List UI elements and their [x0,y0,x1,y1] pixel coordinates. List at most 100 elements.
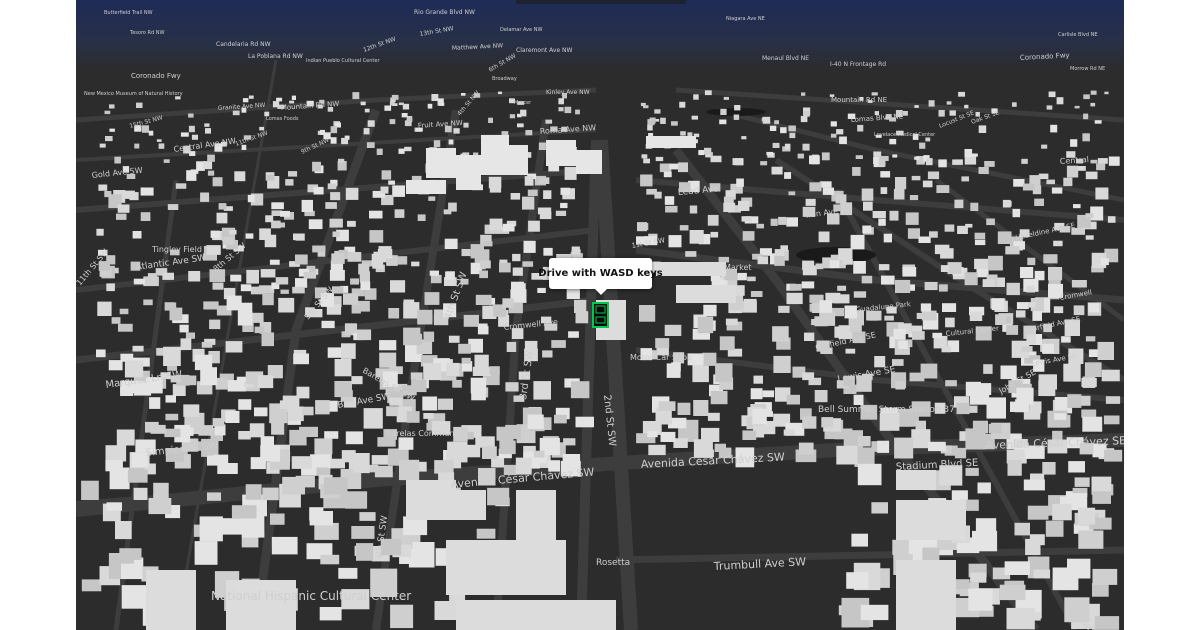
building [245,484,262,500]
building [213,454,229,466]
building [1024,612,1041,621]
building [275,277,289,285]
building [522,261,534,267]
building [692,364,709,383]
map-viewport[interactable]: 4th St SW 3rd St SW 2nd St SW 4th St SW Aven… [76,0,1124,630]
building [710,155,722,163]
building [254,326,264,334]
building [1078,530,1104,549]
building [330,137,337,144]
building [753,375,763,384]
building [456,600,616,630]
building [207,492,221,501]
car-marker-icon[interactable] [592,302,609,328]
building [669,163,678,170]
building [104,191,112,198]
building [358,263,370,275]
building [1074,477,1090,487]
building [921,310,937,321]
street-label-broadway: Broadway [492,76,517,82]
building [108,360,123,371]
building [564,166,577,180]
building [511,283,526,295]
building [801,92,806,96]
building [381,170,392,180]
building [1096,163,1106,171]
building [479,270,488,279]
building [458,343,471,354]
building [158,143,165,149]
building [543,190,552,199]
building [968,588,993,611]
building [1056,97,1064,105]
building [105,445,127,462]
building [302,406,314,416]
building [489,218,503,231]
building [685,251,697,257]
building [575,109,580,115]
building [461,93,466,96]
building [1077,166,1086,171]
building [398,102,404,106]
building [940,265,949,272]
building [851,533,868,547]
building [143,299,153,306]
building [986,397,1006,419]
building [1095,187,1109,200]
building [116,429,135,446]
building [438,102,445,106]
street-label-mountain-rd-ne: Mountain Rd NE [831,96,887,104]
building [837,285,847,291]
building [188,113,194,118]
building [191,134,198,140]
building [360,101,366,105]
building [422,396,438,411]
building [881,275,895,285]
building [964,272,978,286]
building [261,332,274,347]
building [988,423,1002,434]
building [978,125,987,133]
building [262,487,279,501]
building [1026,285,1035,293]
building [156,139,162,142]
building [1005,246,1020,255]
map-canvas[interactable]: 4th St SW3rd St SW2nd St SW4th St SWAven… [76,0,1124,630]
building [324,431,339,439]
building [341,343,356,359]
building [271,536,298,555]
building [445,271,455,280]
building [821,417,834,428]
building [111,317,121,324]
building [448,202,457,212]
building [564,106,572,114]
building [647,119,655,126]
building [169,307,183,321]
building [679,101,686,108]
building [774,120,779,125]
building [213,272,225,281]
building [467,444,481,458]
building [517,123,524,128]
building [308,219,323,230]
building [448,139,454,145]
building [399,459,420,481]
building [1090,159,1098,164]
building [259,228,271,240]
building [893,328,906,340]
building [479,260,491,269]
building [303,271,317,279]
building [148,498,172,515]
building [238,399,252,410]
top-panel-tab[interactable] [516,0,686,4]
building [482,446,497,459]
building [809,182,822,192]
building [914,105,919,108]
building [878,264,890,271]
building [664,196,675,205]
street-label-morrow-rd: Morrow Rd NE [1070,66,1105,72]
building [183,404,200,417]
building [903,111,908,116]
building [757,256,769,265]
building [345,491,368,509]
